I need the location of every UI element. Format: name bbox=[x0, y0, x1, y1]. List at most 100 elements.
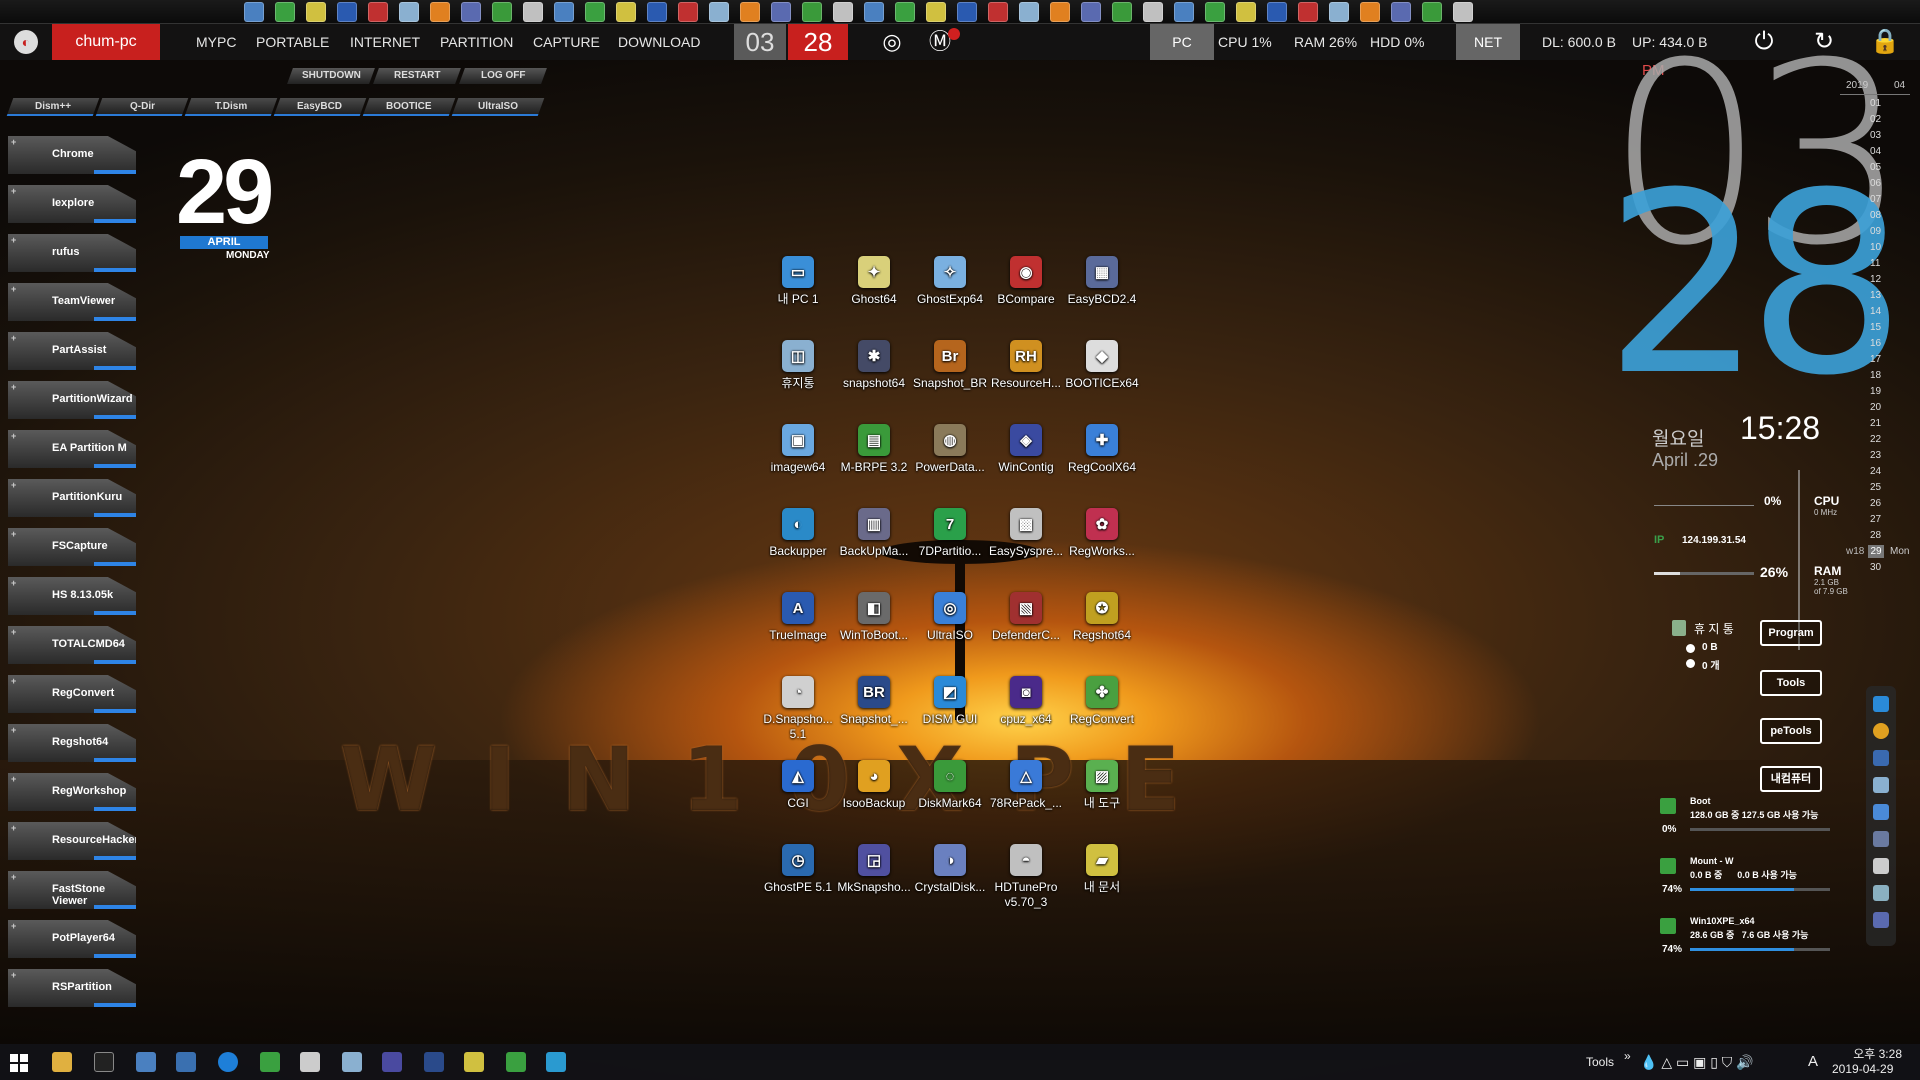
quick-launch-icon[interactable] bbox=[399, 2, 419, 22]
desktop-icon[interactable]: ◐ Backupper bbox=[760, 508, 836, 559]
tray-icons[interactable]: 💧 △ ▭ ▣ ▯ ⛉ 🔊 bbox=[1640, 1044, 1754, 1080]
shutdown-button[interactable]: SHUTDOWN bbox=[287, 68, 375, 84]
launcher-item[interactable]: + TeamViewer bbox=[8, 283, 136, 321]
desktop-icon[interactable]: ▭ 내 PC 1 bbox=[760, 256, 836, 307]
mycomputer-button[interactable]: 내컴퓨터 bbox=[1760, 766, 1822, 792]
tray-date[interactable]: 2019-04-29 bbox=[1832, 1062, 1893, 1080]
desktop-icon[interactable]: ▨ 내 도구 bbox=[1064, 760, 1140, 811]
quick-launch-icon[interactable] bbox=[616, 2, 636, 22]
quick-launch-icon[interactable] bbox=[1360, 2, 1380, 22]
desktop-icon[interactable]: △ 78RePack_... bbox=[988, 760, 1064, 811]
quick-launch-icon[interactable] bbox=[802, 2, 822, 22]
restart-button[interactable]: RESTART bbox=[373, 68, 461, 84]
cmd-icon[interactable] bbox=[94, 1052, 114, 1072]
dock-app-icon[interactable] bbox=[1873, 750, 1889, 766]
shortcut-ultraiso[interactable]: UltraISO bbox=[451, 98, 545, 116]
quick-launch-icon[interactable] bbox=[554, 2, 574, 22]
edge-icon[interactable] bbox=[1873, 696, 1889, 712]
desktop-icon[interactable]: ▥ BackUpMa... bbox=[836, 508, 912, 559]
hostname-label[interactable]: chum-pc bbox=[52, 24, 160, 60]
desktop-icon[interactable]: ▦ EasyBCD2.4 bbox=[1064, 256, 1140, 307]
quick-launch-icon[interactable] bbox=[709, 2, 729, 22]
menu-internet[interactable]: INTERNET bbox=[350, 24, 420, 60]
desktop-icon[interactable]: ◉ BCompare bbox=[988, 256, 1064, 307]
menu-mypc[interactable]: MYPC bbox=[196, 24, 236, 60]
app-logo-icon[interactable]: ◐ bbox=[14, 30, 38, 54]
menu-partition[interactable]: PARTITION bbox=[440, 24, 513, 60]
desktop-icon[interactable]: ✪ Regshot64 bbox=[1064, 592, 1140, 643]
logoff-button[interactable]: LOG OFF bbox=[459, 68, 547, 84]
launcher-item[interactable]: + PotPlayer64 bbox=[8, 920, 136, 958]
shortcut-dism[interactable]: Dism++ bbox=[6, 98, 100, 116]
tools-button[interactable]: Tools bbox=[1760, 670, 1822, 696]
desktop-icon[interactable]: ▤ M-BRPE 3.2 bbox=[836, 424, 912, 475]
ime-indicator[interactable]: A bbox=[1808, 1044, 1818, 1080]
taskbar-app-9-icon[interactable] bbox=[546, 1052, 566, 1072]
quick-launch-icon[interactable] bbox=[895, 2, 915, 22]
quick-launch-icon[interactable] bbox=[1453, 2, 1473, 22]
launcher-item[interactable]: + PartitionWizard bbox=[8, 381, 136, 419]
quick-launch-icon[interactable] bbox=[678, 2, 698, 22]
dock-network-icon[interactable] bbox=[1873, 831, 1889, 847]
dock-window-icon[interactable] bbox=[1873, 804, 1889, 820]
menu-download[interactable]: DOWNLOAD bbox=[618, 24, 700, 60]
desktop-icon[interactable]: ◙ cpuz_x64 bbox=[988, 676, 1064, 727]
dock-doc-icon[interactable] bbox=[1873, 777, 1889, 793]
taskbar-app-6-icon[interactable] bbox=[382, 1052, 402, 1072]
recycle-bin-icon[interactable] bbox=[1672, 620, 1686, 636]
quick-launch-icon[interactable] bbox=[1422, 2, 1442, 22]
quick-launch-icon[interactable] bbox=[1050, 2, 1070, 22]
desktop-icon[interactable]: ✚ RegCoolX64 bbox=[1064, 424, 1140, 475]
desktop-icon[interactable]: ▧ DefenderC... bbox=[988, 592, 1064, 643]
dock-file-icon[interactable] bbox=[1873, 885, 1889, 901]
desktop-icon[interactable]: ◭ CGI bbox=[760, 760, 836, 811]
quick-launch-icon[interactable] bbox=[275, 2, 295, 22]
desktop-icon[interactable]: ▣ imagew64 bbox=[760, 424, 836, 475]
taskbar-save-icon[interactable] bbox=[424, 1052, 444, 1072]
quick-launch-icon[interactable] bbox=[1174, 2, 1194, 22]
desktop-icon[interactable]: ◫ 휴지통 bbox=[760, 340, 836, 391]
desktop-icon[interactable]: ▩ EasySyspre... bbox=[988, 508, 1064, 559]
launcher-item[interactable]: + rufus bbox=[8, 234, 136, 272]
tray-chevron-icon[interactable]: » bbox=[1624, 1038, 1631, 1074]
launcher-item[interactable]: + RegConvert bbox=[8, 675, 136, 713]
desktop-icon[interactable]: ✱ snapshot64 bbox=[836, 340, 912, 391]
quick-launch-icon[interactable] bbox=[1205, 2, 1225, 22]
desktop-icon[interactable]: ◆ BOOTICEx64 bbox=[1064, 340, 1140, 391]
taskbar-app-2-icon[interactable] bbox=[176, 1052, 196, 1072]
quick-launch-icon[interactable] bbox=[864, 2, 884, 22]
quick-launch-icon[interactable] bbox=[337, 2, 357, 22]
desktop-icon[interactable]: ◎ UltraISO bbox=[912, 592, 988, 643]
desktop-icon[interactable]: Br Snapshot_BR bbox=[912, 340, 988, 391]
desktop-icon[interactable]: ◲ MkSnapsho... bbox=[836, 844, 912, 895]
taskbar-app-4-icon[interactable] bbox=[300, 1052, 320, 1072]
taskbar-app-5-icon[interactable] bbox=[342, 1052, 362, 1072]
quick-launch-icon[interactable] bbox=[833, 2, 853, 22]
taskbar-app-1-icon[interactable] bbox=[136, 1052, 156, 1072]
quick-launch-icon[interactable] bbox=[1298, 2, 1318, 22]
quick-launch-icon[interactable] bbox=[1236, 2, 1256, 22]
desktop-icon[interactable]: ▰ 내 문서 bbox=[1064, 844, 1140, 895]
desktop-icon[interactable]: ✧ GhostExp64 bbox=[912, 256, 988, 307]
quick-launch-icon[interactable] bbox=[1267, 2, 1287, 22]
quick-launch-icon[interactable] bbox=[771, 2, 791, 22]
desktop-icon[interactable]: ◈ WinContig bbox=[988, 424, 1064, 475]
quick-launch-icon[interactable] bbox=[957, 2, 977, 22]
shortcut-qdir[interactable]: Q-Dir bbox=[95, 98, 189, 116]
quick-launch-icon[interactable] bbox=[523, 2, 543, 22]
quick-launch-icon[interactable] bbox=[1112, 2, 1132, 22]
quick-launch-icon[interactable] bbox=[1391, 2, 1411, 22]
quick-launch-icon[interactable] bbox=[306, 2, 326, 22]
quick-launch-icon[interactable] bbox=[926, 2, 946, 22]
desktop-icon[interactable]: ◕ IsooBackup bbox=[836, 760, 912, 811]
quick-launch-icon[interactable] bbox=[1019, 2, 1039, 22]
desktop-icon[interactable]: ◧ WinToBoot... bbox=[836, 592, 912, 643]
shortcut-easybcd[interactable]: EasyBCD bbox=[273, 98, 367, 116]
dock-user-icon[interactable] bbox=[1873, 912, 1889, 928]
taskbar-app-7-icon[interactable] bbox=[464, 1052, 484, 1072]
desktop-icon[interactable]: BR Snapshot_... bbox=[836, 676, 912, 727]
taskbar-app-3-icon[interactable] bbox=[260, 1052, 280, 1072]
launcher-item[interactable]: + Iexplore bbox=[8, 185, 136, 223]
quick-launch-icon[interactable] bbox=[585, 2, 605, 22]
quick-launch-icon[interactable] bbox=[430, 2, 450, 22]
